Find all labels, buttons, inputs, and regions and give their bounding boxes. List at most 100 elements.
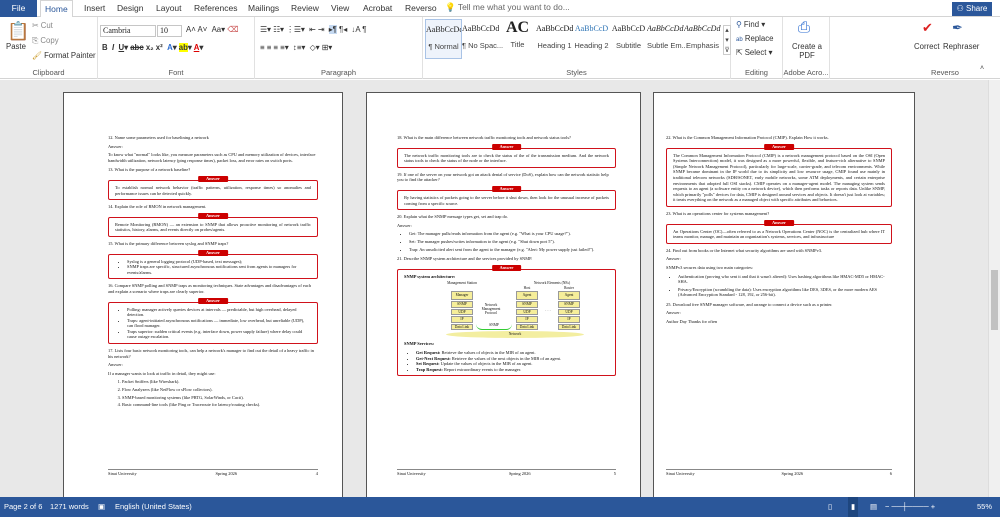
diagram-label: Management Station [447, 281, 477, 286]
tab-mailings[interactable]: Mailings [244, 0, 283, 17]
styles-scroll[interactable]: ▴ ▾ ⊽ [723, 25, 731, 55]
font-size-select[interactable]: 10 [157, 25, 182, 37]
answer-badge: Answer [764, 143, 794, 150]
page-count[interactable]: Page 2 of 6 [4, 497, 42, 517]
tab-insert[interactable]: Insert [80, 0, 109, 17]
find-button[interactable]: ⚲ Find ▾ [736, 20, 765, 29]
style-name: ¶ Normal [428, 42, 459, 51]
question: 21. Describe SNMP system architecture an… [397, 256, 533, 262]
tab-references[interactable]: References [190, 0, 241, 17]
stack-top: Agent [558, 291, 580, 301]
answer-text: The Common Management Information Protoc… [673, 152, 885, 203]
proofing-icon[interactable]: ▣ [98, 497, 105, 517]
answer-box: Answer Polling: manager actively queries … [108, 297, 318, 345]
page-6[interactable]: 22. What is the Common Management Inform… [653, 92, 915, 497]
create-pdf-button[interactable]: Create a PDF [787, 42, 827, 60]
tell-me-search[interactable]: 💡 Tell me what you want to do... [445, 2, 570, 13]
font-group: Cambria 10 A˄ A˅ Aa▾ ⌫ B I U▾ abc x₂ x² … [98, 17, 255, 79]
style-3[interactable]: AC Title [499, 19, 536, 59]
rephraser-icon: ✒ [952, 20, 963, 35]
service-name: Get-Next Request: [416, 355, 451, 361]
tab-review[interactable]: Review [287, 0, 323, 17]
pdf-icon: ⎙ [798, 19, 811, 36]
question: 23. What is an operations center for sys… [666, 210, 770, 216]
scrollbar-thumb[interactable] [991, 270, 998, 330]
list-indent-buttons[interactable]: ☰▾ ☷▾ ⋮☰▾ ⇤ ⇥ ▸¶ ¶◂ ↓A ¶ [260, 25, 366, 34]
answer-box: Answer Remote Monitoring (RMON) — an exte… [108, 212, 318, 237]
snmp-architecture-title: SNMP system architecture: [404, 273, 456, 279]
numbered-list: Packet Sniffers (like Wireshark). Flow An… [108, 379, 318, 407]
font-format-buttons[interactable]: B I U▾ abc x₂ x² A▾ ab▾ A▾ [102, 43, 203, 52]
service-desc: Update the values of objects in the MIB … [440, 361, 533, 367]
ribbon-tabs: File Home Insert Design Layout Reference… [0, 0, 1000, 18]
tab-acrobat[interactable]: Acrobat [359, 0, 396, 17]
style-2[interactable]: AaBbCcDd ¶ No Spac... [462, 19, 503, 59]
answer-badge: Answer [198, 212, 228, 219]
style-5[interactable]: AaBbCcD Heading 2 [573, 19, 610, 59]
zoom-level[interactable]: 55% [977, 497, 992, 517]
tab-layout[interactable]: Layout [152, 0, 186, 17]
vertical-scrollbar[interactable] [988, 80, 1000, 497]
print-layout-icon[interactable]: ▮ [848, 497, 859, 517]
answer-badge: Answer [198, 297, 228, 304]
style-8[interactable]: AaBbCcDdi Emphasis [684, 19, 721, 59]
style-4[interactable]: AaBbCcDd Heading 1 [536, 19, 573, 59]
format-painter-button[interactable]: 🖌 Format Painter [32, 51, 96, 60]
answer-box: Answer Syslog is a general logging protoc… [108, 249, 318, 280]
question: 18. What is the main difference between … [397, 135, 571, 140]
format-painter-label: Format Painter [44, 51, 96, 60]
font-name-select[interactable]: Cambria [100, 25, 156, 37]
alignment-buttons[interactable]: ≡ ≡ ≡ ≡▾ ↕≡▾ ◇▾ ⊞▾ [260, 43, 332, 52]
share-button[interactable]: ⚇ Share [952, 2, 992, 16]
style-6[interactable]: AaBbCcD Subtitle [610, 19, 647, 59]
diagram-label: Host [523, 286, 531, 291]
copy-button[interactable]: ⎘ Copy [32, 36, 59, 46]
page-4[interactable]: 12. Name some parameters used for baseli… [63, 92, 343, 497]
question: 17. Lists four basic network monitoring … [108, 348, 314, 359]
answer-badge: Answer [491, 264, 522, 271]
tab-design[interactable]: Design [113, 0, 147, 17]
paragraph: Answer: [108, 362, 123, 368]
footer-text: 6 [889, 471, 892, 476]
page-5[interactable]: 18. What is the main difference between … [366, 92, 641, 497]
question: 16. Compare SNMP polling and SNMP traps … [108, 283, 311, 294]
zoom-slider[interactable]: − ──┼──── + [885, 497, 935, 517]
font-label: Font [168, 68, 184, 77]
diagram-label: Network Management Protocol [481, 303, 501, 316]
acrobat-group: ⎙ Create a PDF Adobe Acro... [783, 17, 830, 79]
tab-file[interactable]: File [0, 0, 37, 17]
list-item: Get: The manager pulls/reads information… [409, 231, 616, 237]
question: 12. Name some parameters used for baseli… [108, 135, 209, 140]
stack-layer: IP [516, 316, 538, 323]
correct-button[interactable]: Correct [914, 42, 940, 51]
list-item: SNMP-based monitoring systems (like PRTG… [122, 395, 318, 401]
cut-button[interactable]: ✂ Cut [32, 21, 53, 30]
paste-button[interactable]: Paste [6, 42, 26, 51]
correct-icon: ✔ [922, 20, 933, 35]
paragraph: SNMPv3 secures data using two main categ… [666, 264, 754, 270]
answer-badge: Answer [491, 185, 522, 192]
snmp-arrow: SNMP [476, 323, 512, 330]
style-7[interactable]: AaBbCcDdi Subtle Em... [647, 19, 688, 59]
answer-box: Answer To establish normal network behavi… [108, 175, 318, 201]
language[interactable]: English (United States) [115, 497, 192, 517]
replace-button[interactable]: ab Replace [736, 34, 773, 43]
tab-view[interactable]: View [327, 0, 353, 17]
word-count[interactable]: 1271 words [50, 497, 89, 517]
answer-box: Answer By having statistics of packets go… [397, 185, 616, 211]
rephraser-button[interactable]: Rephraser [943, 42, 979, 51]
style-1[interactable]: AaBbCcDd ¶ Normal [425, 19, 462, 59]
answer-item: SNMP traps are specific, structured asyn… [127, 264, 311, 275]
document-area[interactable]: 12. Name some parameters used for baseli… [0, 80, 988, 497]
web-layout-icon[interactable]: ▤ [870, 497, 877, 517]
diagram-label: Router [564, 286, 574, 291]
read-mode-icon[interactable]: ▯ [828, 497, 832, 517]
select-button[interactable]: ⇱ Select ▾ [736, 48, 772, 57]
grow-shrink-font-buttons[interactable]: A˄ A˅ Aa▾ ⌫ [186, 25, 238, 34]
collapse-ribbon-icon[interactable]: ˄ [980, 65, 984, 72]
tab-home[interactable]: Home [40, 0, 73, 18]
paragraph: Answer: [666, 256, 681, 262]
answer-item: Traps: agent-initiated asynchronous noti… [127, 318, 311, 329]
tab-reverso[interactable]: Reverso [401, 0, 441, 17]
paragraph: Answer: [666, 310, 681, 316]
